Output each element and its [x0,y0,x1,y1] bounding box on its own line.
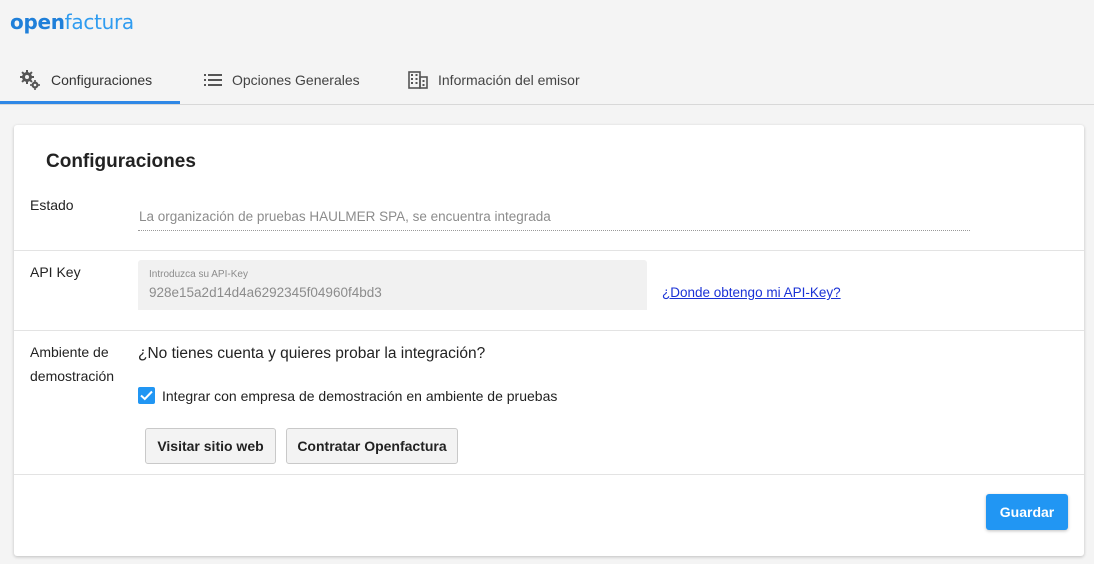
logo-text-open: open [10,10,65,34]
tab-opciones-generales[interactable]: Opciones Generales [204,56,360,104]
building-icon [408,71,428,89]
configuraciones-card: Configuraciones Estado La organización d… [14,125,1084,556]
save-button[interactable]: Guardar [986,494,1068,530]
demo-label-line2: demostración [30,368,115,384]
divider [14,250,1084,251]
tab-opciones-generales-label: Opciones Generales [232,72,360,88]
estado-label: Estado [30,197,74,213]
tab-bar: Configuraciones Opciones Generales Infor… [0,56,1094,105]
tab-configuraciones[interactable]: Configuraciones [19,56,152,104]
check-icon [140,390,153,401]
estado-underline [138,230,970,231]
contract-openfactura-button[interactable]: Contratar Openfactura [286,428,458,464]
card-title: Configuraciones [46,151,196,172]
api-key-placeholder: Introduzca su API-Key [149,269,248,280]
tab-configuraciones-label: Configuraciones [51,72,153,88]
tab-informacion-emisor-label: Información del emisor [438,72,580,88]
openfactura-logo: openfactura [10,10,134,34]
gears-icon [19,69,41,91]
visit-website-button[interactable]: Visitar sitio web [145,428,276,464]
api-key-help-link[interactable]: ¿Donde obtengo mi API-Key? [662,285,841,300]
demo-checkbox[interactable] [138,387,155,404]
tab-informacion-emisor[interactable]: Información del emisor [408,56,580,104]
divider [14,330,1084,331]
logo-text-factura: factura [64,10,135,34]
divider [14,474,1084,475]
api-key-value: 928e15a2d14d4a6292345f04960f4bd3 [149,285,382,300]
demo-checkbox-label: Integrar con empresa de demostración en … [162,388,558,404]
active-tab-indicator [0,101,180,104]
api-key-input[interactable]: Introduzca su API-Key 928e15a2d14d4a6292… [138,260,647,310]
estado-value: La organización de pruebas HAULMER SPA, … [139,209,551,224]
list-icon [204,73,222,87]
demo-question: ¿No tienes cuenta y quieres probar la in… [138,345,486,362]
api-key-label: API Key [30,264,81,280]
demo-label-line1: Ambiente de [30,344,109,360]
